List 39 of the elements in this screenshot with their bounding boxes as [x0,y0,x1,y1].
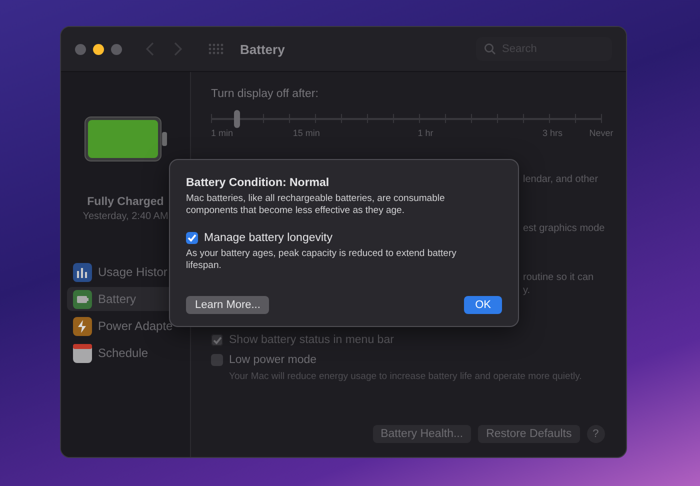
sidebar-item[interactable]: Usage Histor [67,260,184,284]
learn-more-button[interactable]: Learn More... [186,296,270,314]
footer-button[interactable]: Restore Defaults [478,425,580,443]
forward-icon[interactable] [174,42,182,56]
option-text: lendar, and other [523,174,600,185]
tick-label: 1 hr [418,128,434,138]
battery-icon [84,116,168,162]
tick-label: Never [589,128,614,138]
calendar-icon [73,344,92,362]
window-title: Battery [240,42,285,56]
option-text: y. [523,285,532,296]
slider-thumb[interactable] [234,110,240,128]
checkbox-label: Low power mode [229,354,317,366]
grid-icon[interactable] [208,43,224,55]
tick-label: 1 min [211,128,234,138]
option-text: est graphics mode [523,223,605,234]
option-text: routine so it can [523,272,595,283]
checkbox-label: Manage battery longevity [204,232,332,244]
checkbox-description: As your battery ages, peak capacity is reduced to extend battery lifespan. [186,248,458,272]
dialog-message: Mac batteries, like all rechargeable batteries, are consumable components that become less effective as they age. [186,193,446,218]
tick-label: 3 hrs [542,128,563,138]
footer-button[interactable]: Battery Health... [372,425,472,443]
bolt-icon [73,316,92,336]
battery-icon [73,290,92,308]
checkbox[interactable] [211,354,223,366]
checkbox-label: Show battery status in menu bar [229,334,394,346]
charge-time: Yesterday, 2:40 AM [82,211,168,222]
chart-icon [73,262,92,282]
charge-status: Fully Charged [87,196,164,208]
slider-label: Turn display off after: [211,88,320,100]
back-icon[interactable] [146,42,154,56]
sidebar-item[interactable]: Schedule [67,341,184,365]
tick-label: 15 min [292,128,320,138]
help-button[interactable]: ? [586,425,605,443]
checkbox[interactable] [186,232,198,244]
window-control[interactable] [93,44,104,54]
dialog-title: Battery Condition: Normal [186,177,330,189]
sidebar-item[interactable]: Power Adapte [67,314,184,338]
ok-button[interactable]: OK [464,296,502,314]
